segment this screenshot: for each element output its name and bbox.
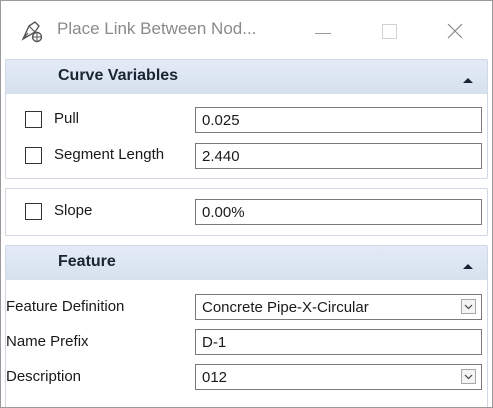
minimize-button[interactable]: [301, 13, 345, 49]
feature-definition-select[interactable]: Concrete Pipe-X-Circular: [195, 294, 482, 320]
slope-input[interactable]: 0.00%: [195, 199, 482, 225]
name-prefix-input[interactable]: D-1: [195, 329, 482, 355]
slope-label: Slope: [54, 202, 93, 219]
title-bar[interactable]: Place Link Between Nod...: [1, 1, 492, 59]
dialog-window: Place Link Between Nod... Curve Variable…: [0, 0, 493, 408]
curve-variables-section: Curve Variables Pull 0.025 Segment Lengt…: [5, 59, 488, 179]
feature-header[interactable]: Feature: [6, 246, 487, 280]
chevron-down-icon[interactable]: [461, 369, 476, 384]
pull-input[interactable]: 0.025: [195, 107, 482, 133]
segment-length-input[interactable]: 2.440: [195, 143, 482, 169]
pen-tool-icon: [19, 18, 45, 44]
description-label: Description: [6, 368, 82, 385]
close-button[interactable]: [433, 13, 477, 49]
feature-definition-label: Feature Definition: [6, 298, 125, 315]
slope-checkbox[interactable]: [25, 203, 42, 220]
description-value: 012: [202, 369, 228, 386]
dialog-content: Curve Variables Pull 0.025 Segment Lengt…: [1, 59, 492, 407]
collapse-up-icon[interactable]: [462, 258, 474, 269]
pull-checkbox[interactable]: [25, 111, 42, 128]
section-title: Feature: [58, 253, 116, 270]
segment-length-label: Segment Length: [54, 146, 165, 163]
description-select[interactable]: 012: [195, 364, 482, 390]
section-title: Curve Variables: [58, 67, 179, 84]
window-title: Place Link Between Nod...: [57, 19, 257, 38]
close-icon: [447, 23, 463, 39]
feature-section: Feature Feature Definition Concrete Pipe…: [5, 245, 488, 407]
name-prefix-label: Name Prefix: [6, 333, 89, 350]
feature-definition-value: Concrete Pipe-X-Circular: [202, 299, 369, 316]
collapse-up-icon[interactable]: [462, 72, 474, 83]
slope-section: Slope 0.00%: [5, 188, 488, 236]
curve-variables-header[interactable]: Curve Variables: [6, 60, 487, 94]
pull-label: Pull: [54, 110, 80, 127]
segment-length-checkbox[interactable]: [25, 147, 42, 164]
maximize-button[interactable]: [367, 13, 411, 49]
chevron-down-icon[interactable]: [461, 299, 476, 314]
